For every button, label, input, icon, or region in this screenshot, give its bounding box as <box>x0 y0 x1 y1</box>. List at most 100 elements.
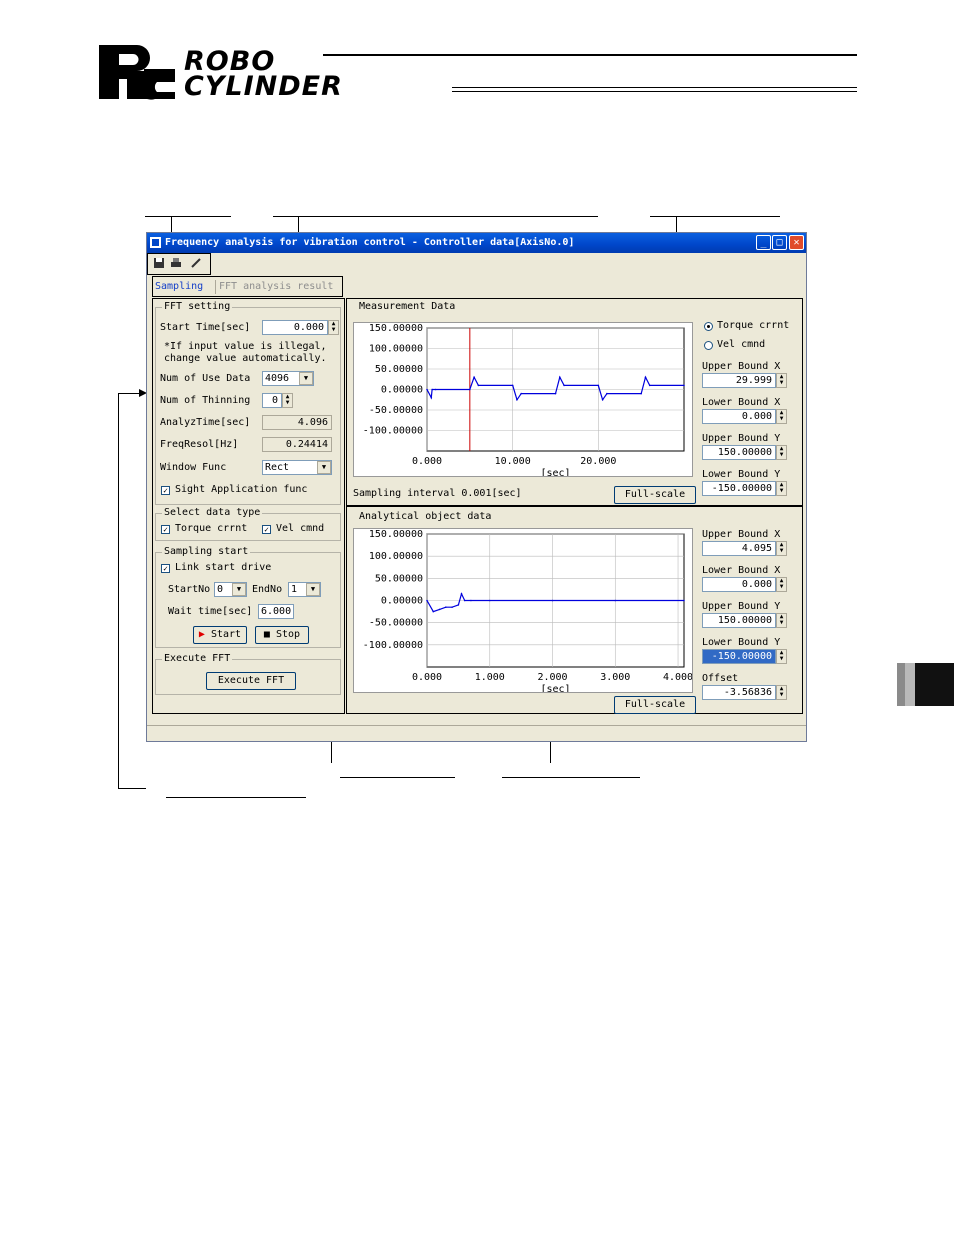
note-line2: change value automatically. <box>164 353 327 364</box>
execute-fft-button[interactable]: Execute FFT <box>206 672 296 690</box>
upper-y-input[interactable]: 150.00000 <box>702 445 776 460</box>
data-point <box>516 398 518 401</box>
upper-y-spinner[interactable]: ▲ ▼ <box>776 445 787 460</box>
x-tick-label: 4.000 <box>663 672 692 683</box>
data-point <box>551 599 554 602</box>
chevron-down-icon[interactable]: ▼ <box>306 583 320 596</box>
vel-checkbox[interactable]: ✓ <box>262 525 271 534</box>
maximize-button[interactable]: □ <box>772 235 787 250</box>
header-rule-top <box>323 54 857 56</box>
tab-strip: Sampling FFT analysis result <box>152 276 343 297</box>
callout-line <box>650 216 780 217</box>
a-lower-x-spinner[interactable]: ▲ ▼ <box>776 577 787 592</box>
stop-icon: ■ <box>263 629 270 640</box>
num-thinning-spinner[interactable]: ▲ ▼ <box>282 393 293 408</box>
print-icon[interactable] <box>168 257 183 272</box>
upper-x-spinner[interactable]: ▲ ▼ <box>776 373 787 388</box>
radio-torque[interactable] <box>704 322 713 331</box>
upper-x-input[interactable]: 29.999 <box>702 373 776 388</box>
y-tick-label: -100.00000 <box>363 426 423 437</box>
save-icon[interactable] <box>151 257 166 272</box>
y-tick-label: 100.00000 <box>369 344 423 355</box>
app-window: Frequency analysis for vibration control… <box>146 232 807 742</box>
analytical-plot: 150.00000 100.00000 50.00000 0.00000 -50.000… <box>353 528 693 695</box>
x-tick-label: 10.000 <box>495 456 531 467</box>
fullscale-button-measurement[interactable]: Full-scale <box>614 486 696 504</box>
sight-checkbox[interactable]: ✓ <box>161 486 170 495</box>
lower-y-spinner[interactable]: ▲ ▼ <box>776 481 787 496</box>
startno-label: StartNo <box>168 584 211 595</box>
tab-fft-result[interactable]: FFT analysis result <box>215 280 333 294</box>
data-point <box>597 384 600 387</box>
torque-checkbox[interactable]: ✓ <box>161 525 170 534</box>
y-tick-label: -50.00000 <box>369 405 423 416</box>
chevron-down-icon[interactable]: ▼ <box>317 461 331 474</box>
x-tick-label: 2.000 <box>537 672 567 683</box>
minimize-button[interactable]: _ <box>756 235 771 250</box>
chevron-down-icon[interactable]: ▼ <box>299 372 313 385</box>
a-lower-x-input[interactable]: 0.000 <box>702 577 776 592</box>
a-lower-y-spinner[interactable]: ▲ ▼ <box>776 649 787 664</box>
lower-x-input[interactable]: 0.000 <box>702 409 776 424</box>
select-data-type-label: Select data type <box>162 507 263 518</box>
lower-y-label: Lower Bound Y <box>702 469 781 480</box>
start-time-spinner[interactable]: ▲ ▼ <box>328 320 339 335</box>
measurement-panel: Measurement Data 150.00000 100.00000 50.00… <box>346 298 803 506</box>
x-tick-label: 0.000 <box>412 672 442 683</box>
data-point <box>648 384 651 387</box>
num-thinning-input[interactable]: 0 <box>262 393 282 408</box>
analyz-time-label: AnalyzTime[sec] <box>160 417 251 428</box>
chevron-down-icon[interactable]: ▼ <box>232 583 246 596</box>
a-upper-y-input[interactable]: 150.00000 <box>702 613 776 628</box>
sight-label: Sight Application func <box>175 484 308 495</box>
data-point <box>511 384 514 387</box>
link-checkbox[interactable]: ✓ <box>161 564 170 573</box>
app-icon <box>150 237 161 248</box>
freq-resol-label: FreqResol[Hz] <box>160 439 239 450</box>
upper-y-label: Upper Bound Y <box>702 433 781 444</box>
left-panel: FFT setting Start Time[sec] 0.000 ▲ ▼ *If… <box>152 298 345 714</box>
data-point <box>457 604 460 606</box>
callout-line <box>118 788 146 789</box>
stop-button[interactable]: ■ Stop <box>255 626 309 644</box>
radio-vel[interactable] <box>704 341 713 350</box>
y-tick-label: 100.00000 <box>369 551 423 562</box>
data-point <box>606 392 608 395</box>
pen-icon[interactable] <box>188 257 203 272</box>
start-button[interactable]: ▶ Start <box>193 626 247 644</box>
x-tick-label: 3.000 <box>600 672 630 683</box>
callout-line <box>166 797 306 798</box>
y-tick-label: 150.00000 <box>369 529 423 540</box>
freq-resol-value: 0.24414 <box>262 437 332 452</box>
lower-x-spinner[interactable]: ▲ ▼ <box>776 409 787 424</box>
close-button[interactable]: ✕ <box>789 235 804 250</box>
data-point <box>430 396 433 399</box>
start-time-input[interactable]: 0.000 <box>262 320 328 335</box>
title-bar[interactable]: Frequency analysis for vibration control… <box>147 233 806 253</box>
wait-time-input[interactable]: 6.000 <box>258 604 294 619</box>
y-tick-label: -100.00000 <box>363 640 423 651</box>
a-upper-x-spinner[interactable]: ▲ ▼ <box>776 541 787 556</box>
fullscale-button-analytical[interactable]: Full-scale <box>614 696 696 714</box>
header-rule-mid <box>452 87 857 88</box>
fft-setting-label: FFT setting <box>162 301 233 312</box>
offset-input[interactable]: -3.56836 <box>702 685 776 700</box>
a-lower-y-input[interactable]: -150.00000 <box>702 649 776 664</box>
data-point <box>563 384 565 387</box>
analytical-label: Analytical object data <box>357 511 494 522</box>
tab-sampling[interactable]: Sampling <box>155 280 203 294</box>
select-data-type-group: Select data type ✓ Torque crrnt ✓ Vel cm… <box>155 507 341 541</box>
a-upper-x-input[interactable]: 4.095 <box>702 541 776 556</box>
wait-time-label: Wait time[sec] <box>168 606 253 617</box>
upper-x-label: Upper Bound X <box>702 361 781 372</box>
data-point <box>460 593 463 595</box>
offset-spinner[interactable]: ▲ ▼ <box>776 685 787 700</box>
a-upper-y-spinner[interactable]: ▲ ▼ <box>776 613 787 628</box>
num-use-data-label: Num of Use Data <box>160 373 251 384</box>
rc-logo <box>99 45 175 100</box>
lower-y-input[interactable]: -150.00000 <box>702 481 776 496</box>
header-rule-bot <box>452 91 857 92</box>
y-tick-label: 150.00000 <box>369 323 423 334</box>
y-tick-label: 50.00000 <box>375 364 423 375</box>
stop-button-label: Stop <box>275 629 301 640</box>
